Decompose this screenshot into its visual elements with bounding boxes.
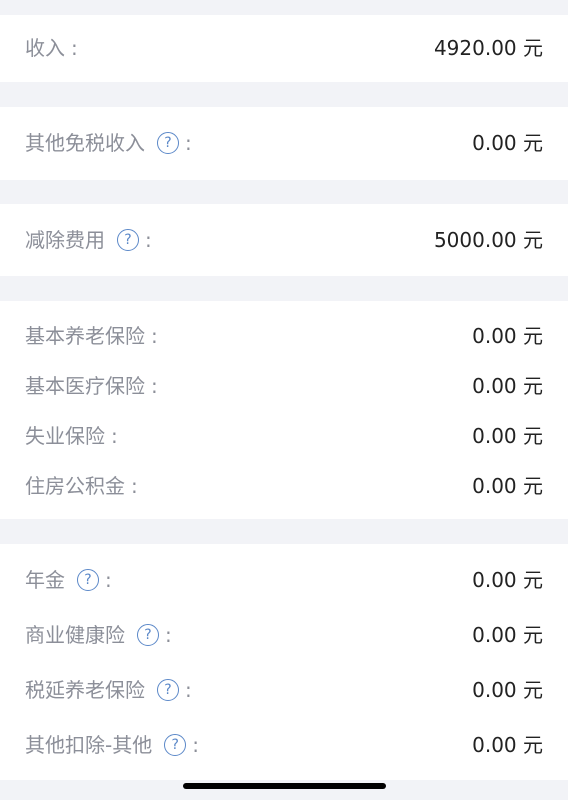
help-icon[interactable]: ? — [117, 229, 139, 251]
help-icon[interactable]: ? — [77, 569, 99, 591]
row-value: 4920.00 元 — [433, 36, 543, 60]
row-colon: : — [71, 36, 78, 60]
row-label: 收入 — [25, 36, 65, 60]
row-value: 0.00 元 — [472, 131, 543, 155]
row-colon: : — [145, 228, 152, 252]
row-value: 0.00 元 — [472, 678, 543, 702]
row-commercial-health-insurance: 商业健康险 ? : 0.00 元 — [0, 615, 568, 655]
row-pension-insurance: 基本养老保险 : 0.00 元 — [0, 316, 568, 356]
row-value: 0.00 元 — [472, 424, 543, 448]
row-unemployment-insurance: 失业保险 : 0.00 元 — [0, 416, 568, 456]
row-value: 5000.00 元 — [433, 228, 543, 252]
row-value: 0.00 元 — [472, 568, 543, 592]
row-value: 0.00 元 — [472, 474, 543, 498]
row-label: 其他免税收入 — [25, 131, 145, 155]
row-value: 0.00 元 — [472, 623, 543, 647]
help-icon[interactable]: ? — [164, 734, 187, 756]
row-colon: : — [192, 733, 199, 757]
tax-exempt-income-card: 其他免税收入 ? : 0.00 元 — [0, 107, 568, 180]
row-value: 0.00 元 — [472, 374, 543, 398]
help-icon[interactable]: ? — [157, 132, 179, 154]
row-colon: : — [111, 424, 118, 448]
help-icon[interactable]: ? — [157, 679, 179, 701]
row-value: 0.00 元 — [472, 324, 543, 348]
row-income: 收入 : 4920.00 元 — [0, 28, 568, 68]
row-colon: : — [151, 374, 158, 398]
row-colon: : — [165, 623, 172, 647]
row-label: 基本医疗保险 — [25, 374, 145, 398]
row-housing-fund: 住房公积金 : 0.00 元 — [0, 466, 568, 506]
row-colon: : — [185, 131, 192, 155]
row-colon: : — [151, 324, 158, 348]
deduction-expense-card: 减除费用 ? : 5000.00 元 — [0, 204, 568, 276]
row-colon: : — [185, 678, 192, 702]
income-card: 收入 : 4920.00 元 — [0, 15, 568, 82]
row-label: 住房公积金 — [25, 474, 125, 498]
row-label: 失业保险 — [25, 424, 105, 448]
help-icon[interactable]: ? — [137, 624, 159, 646]
row-label: 其他扣除-其他 — [25, 733, 153, 757]
row-colon: : — [131, 474, 138, 498]
row-deduction-expense: 减除费用 ? : 5000.00 元 — [0, 220, 568, 260]
row-other-deductions: 其他扣除-其他 ? : 0.00 元 — [0, 725, 568, 765]
row-label: 年金 — [25, 568, 65, 592]
social-insurance-card: 基本养老保险 : 0.00 元 基本医疗保险 : 0.00 元 失业保险 : 0… — [0, 301, 568, 519]
row-value: 0.00 元 — [472, 733, 543, 757]
row-tax-deferred-pension: 税延养老保险 ? : 0.00 元 — [0, 670, 568, 710]
row-medical-insurance: 基本医疗保险 : 0.00 元 — [0, 366, 568, 406]
row-label: 减除费用 — [25, 228, 105, 252]
home-indicator[interactable] — [183, 783, 386, 789]
row-annuity: 年金 ? : 0.00 元 — [0, 560, 568, 600]
row-colon: : — [105, 568, 112, 592]
row-label: 商业健康险 — [25, 623, 125, 647]
row-label: 基本养老保险 — [25, 324, 145, 348]
row-label: 税延养老保险 — [25, 678, 145, 702]
row-other-tax-exempt-income: 其他免税收入 ? : 0.00 元 — [0, 123, 568, 163]
other-deductions-card: 年金 ? : 0.00 元 商业健康险 ? : 0.00 元 税延养老保险 ? … — [0, 544, 568, 780]
